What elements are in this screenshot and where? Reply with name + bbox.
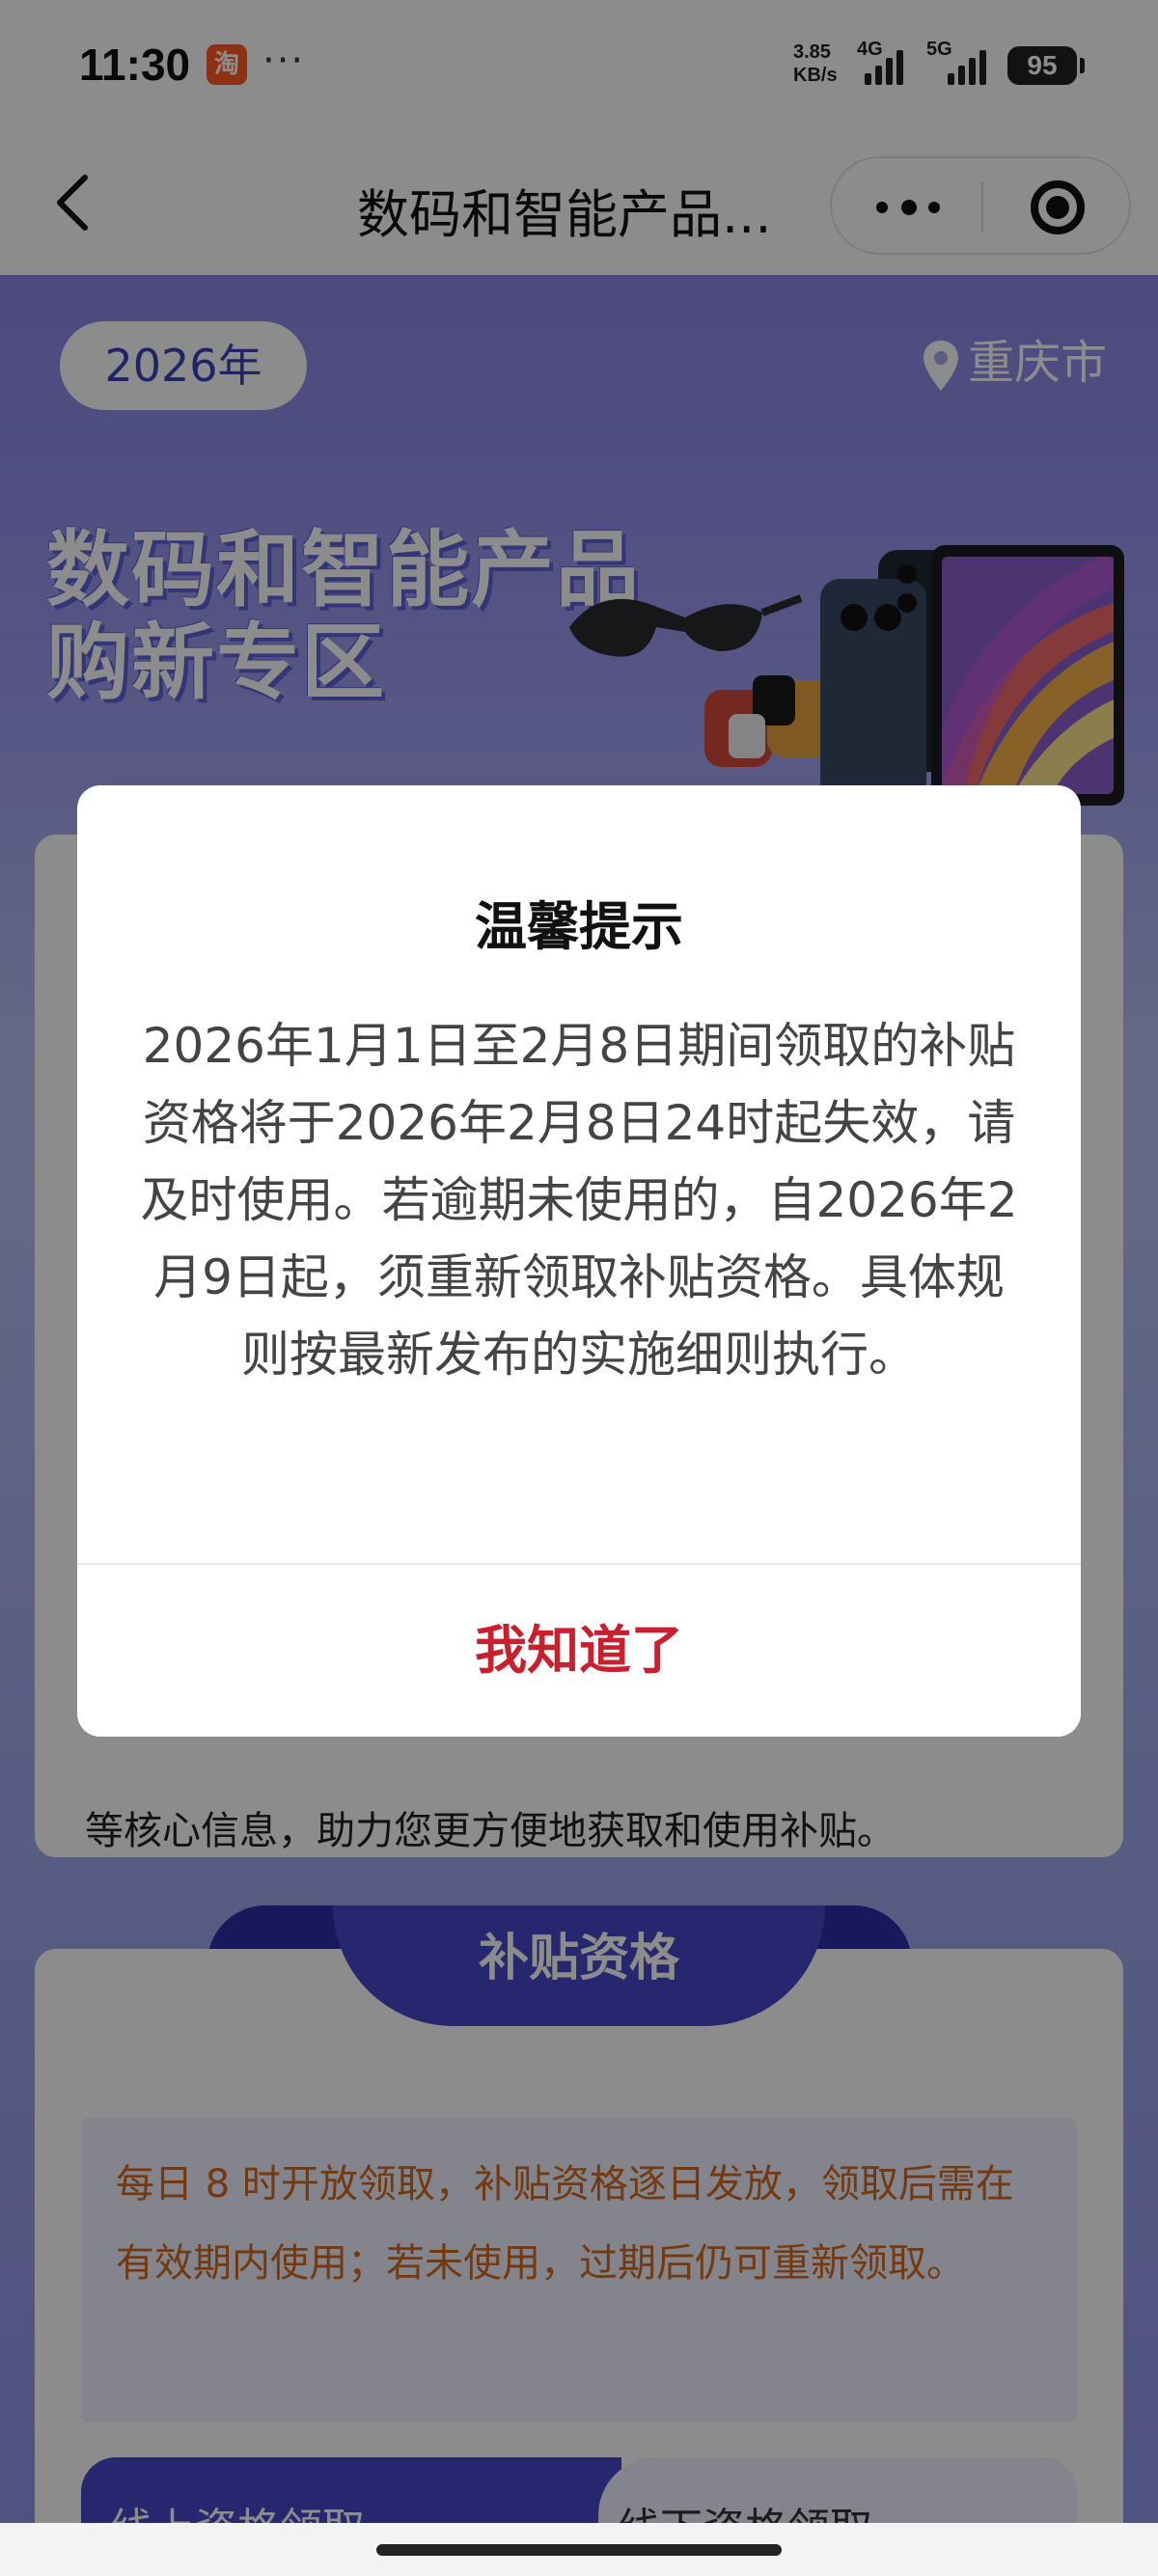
dialog-title: 温馨提示 — [475, 896, 683, 957]
notice-dialog: 温馨提示 2026年1月1日至2月8日期间领取的补贴资格将于2026年2月8日2… — [77, 785, 1081, 1737]
home-indicator-area — [0, 2523, 1158, 2576]
home-indicator[interactable] — [376, 2544, 782, 2556]
dialog-body: 2026年1月1日至2月8日期间领取的补贴资格将于2026年2月8日24时起失效… — [140, 1018, 1018, 1383]
confirm-button[interactable]: 我知道了 — [77, 1565, 1081, 1737]
